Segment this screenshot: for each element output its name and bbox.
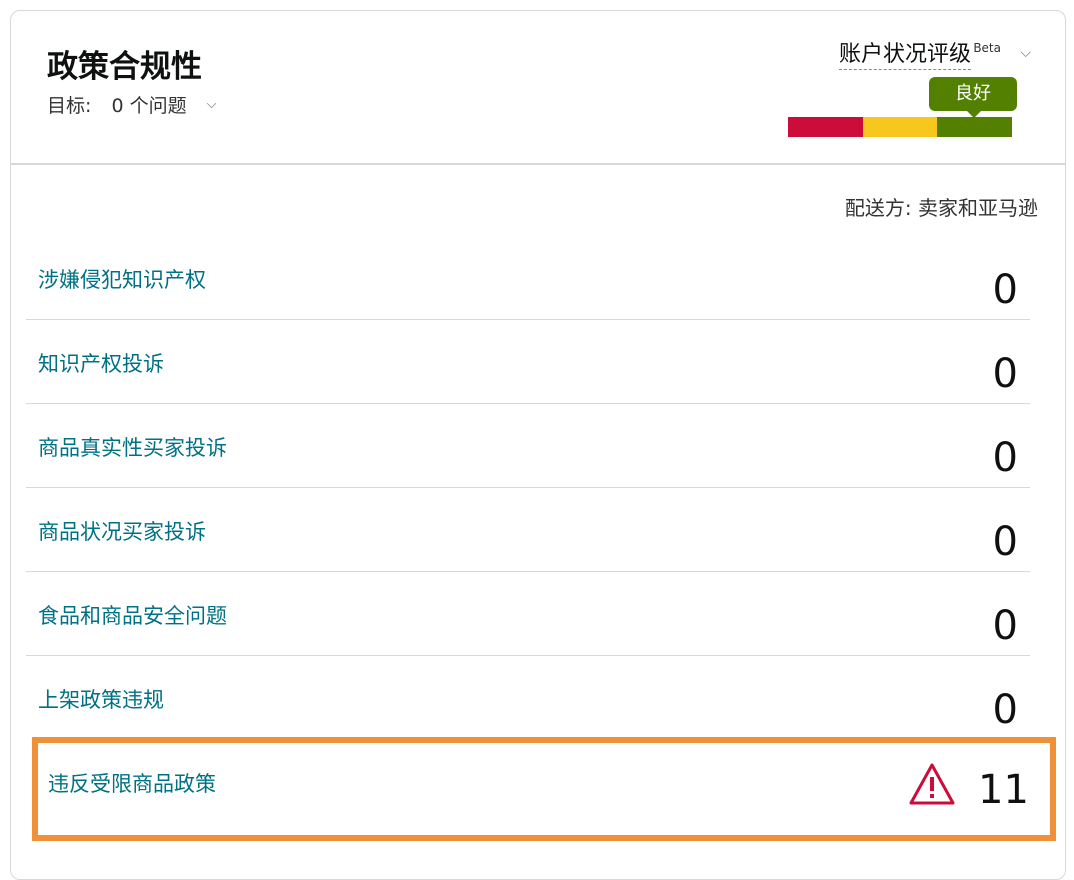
issue-count: 0 [992,435,1018,481]
list-item: 商品真实性买家投诉 0 [26,404,1030,488]
beta-badge: Beta [973,41,1001,55]
list-item: 知识产权投诉 0 [26,320,1030,404]
policy-list: 涉嫌侵犯知识产权 0 知识产权投诉 0 商品真实性买家投诉 0 商品状况买家投诉… [26,236,1030,739]
restricted-issue-count: 11 [978,767,1029,813]
restricted-products-policy-link[interactable]: 违反受限商品政策 [48,768,216,798]
list-item: 食品和商品安全问题 0 [26,572,1030,656]
policy-link[interactable]: 商品真实性买家投诉 [38,432,227,462]
target-value: 0 个问题 [111,95,187,117]
policy-link[interactable]: 商品状况买家投诉 [38,516,206,546]
issue-count: 0 [992,351,1018,397]
rating-bar [788,117,1012,137]
policy-link[interactable]: 涉嫌侵犯知识产权 [38,264,206,294]
chevron-down-icon[interactable]: ⌵ [207,97,217,112]
rating-status-badge: 良好 [929,77,1017,118]
warning-icon [909,763,955,805]
fulfilled-by-label: 配送方: 卖家和亚马逊 [844,196,1038,220]
policy-link[interactable]: 食品和商品安全问题 [38,600,227,630]
rating-segment-fair [863,117,937,137]
policy-link[interactable]: 上架政策违规 [38,684,164,714]
target-label: 目标: [47,95,92,117]
list-item: 商品状况买家投诉 0 [26,488,1030,572]
rating-segment-poor [788,117,863,137]
issue-count: 0 [992,519,1018,565]
issue-count: 0 [992,267,1018,313]
card-header: 政策合规性 目标: 0 个问题 ⌵ 账户状况评级 Beta ⌵ 良好 [11,11,1065,165]
list-item: 涉嫌侵犯知识产权 0 [26,236,1030,320]
list-item: 上架政策违规 0 [26,656,1030,739]
issue-count: 0 [992,687,1018,733]
rating-segment-good [937,117,1012,137]
chevron-down-icon[interactable]: ⌵ [1020,45,1031,61]
account-health-rating-label[interactable]: 账户状况评级 [838,41,971,70]
card-title: 政策合规性 [47,49,202,85]
issue-count: 0 [992,603,1018,649]
target-selector[interactable]: 目标: 0 个问题 ⌵ [47,91,217,118]
policy-link[interactable]: 知识产权投诉 [38,348,164,378]
